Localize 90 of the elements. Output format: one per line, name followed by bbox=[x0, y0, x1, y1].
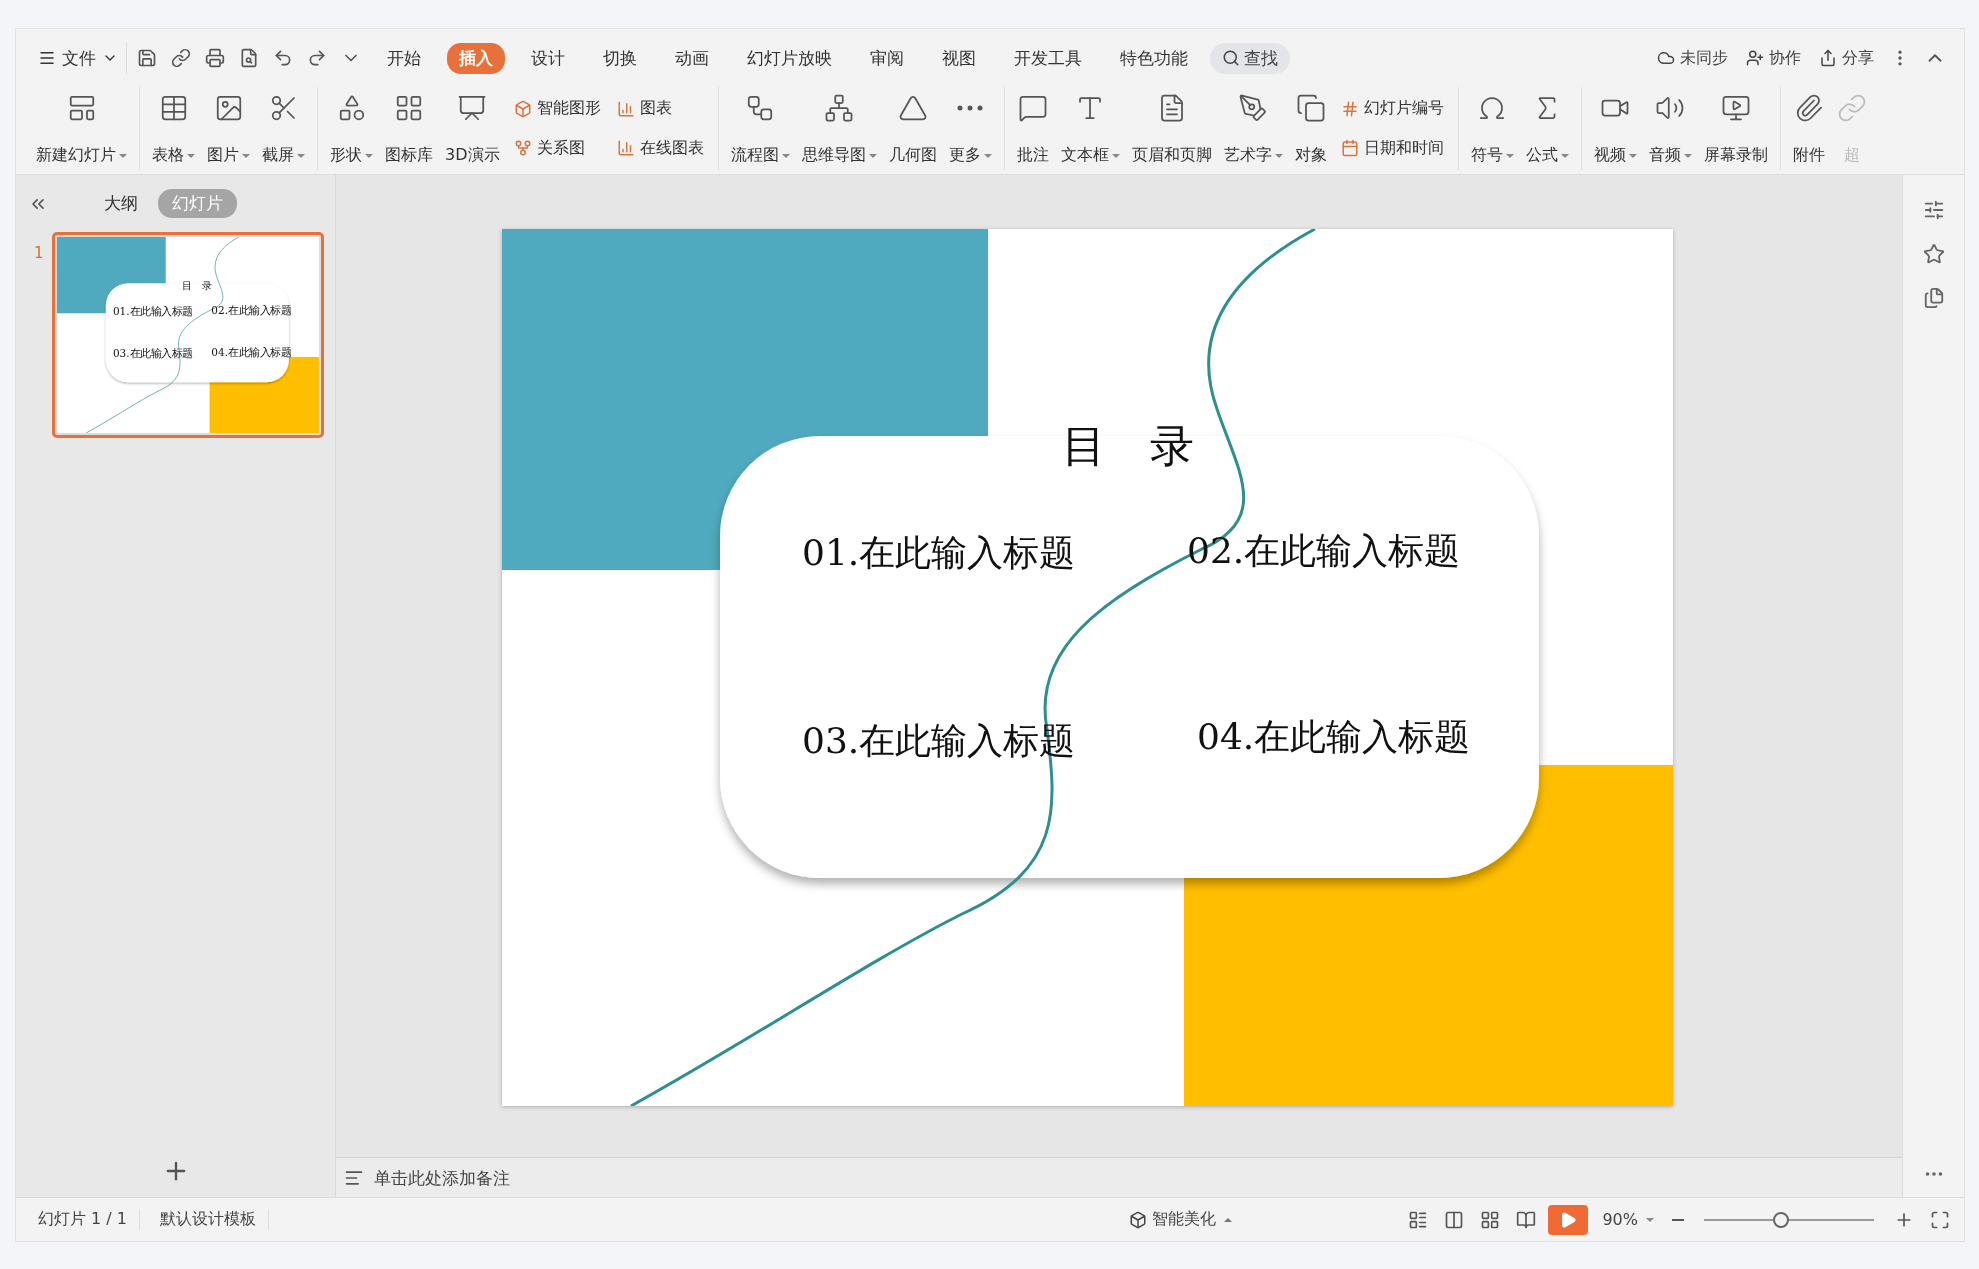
ribbon-button[interactable]: 图片 bbox=[203, 87, 254, 170]
ribbon-button[interactable]: 视频 bbox=[1589, 87, 1641, 170]
slide-number: 1 bbox=[34, 244, 42, 262]
network-icon bbox=[824, 93, 854, 123]
slide-heading: 02.在此输入标题 bbox=[211, 303, 292, 318]
ribbon-button[interactable]: 截屏 bbox=[258, 87, 309, 170]
grid-icon bbox=[394, 93, 424, 123]
slide-counter: 幻灯片 1 / 1 bbox=[26, 1209, 140, 1230]
caret-icon bbox=[1646, 1217, 1654, 1222]
file-menu[interactable]: 文件 bbox=[30, 42, 127, 74]
ribbon-button[interactable]: 图标库 bbox=[381, 87, 437, 170]
ribbon-button[interactable]: 符号 bbox=[1466, 87, 1518, 170]
cloud-icon bbox=[1657, 49, 1675, 67]
link-icon bbox=[1836, 93, 1867, 123]
user-plus-icon bbox=[1746, 49, 1764, 67]
slide-heading: 04.在此输入标题 bbox=[211, 345, 292, 360]
caret-icon bbox=[1224, 1217, 1233, 1222]
slide-title: 目 录 bbox=[1062, 419, 1194, 473]
sync-button[interactable]: 未同步 bbox=[1651, 45, 1734, 71]
ribbon-button[interactable]: 3D演示 bbox=[441, 87, 504, 170]
ribbon-tab[interactable]: 设计 bbox=[519, 42, 577, 74]
ribbon-button[interactable]: 关系图 bbox=[509, 134, 605, 162]
ribbon-tab[interactable]: 视图 bbox=[930, 42, 988, 74]
ribbon-button[interactable]: 公式 bbox=[1521, 87, 1573, 170]
cube-icon bbox=[1129, 1210, 1148, 1229]
monitor-icon bbox=[1720, 93, 1751, 123]
ribbon-button[interactable]: 艺术字 bbox=[1219, 87, 1287, 170]
ribbon-button[interactable]: 新建幻灯片 bbox=[32, 87, 131, 170]
search-icon bbox=[1222, 49, 1240, 67]
ribbon-tab[interactable]: 审阅 bbox=[858, 42, 916, 74]
ribbon-button[interactable]: 幻灯片编号 bbox=[1336, 95, 1448, 123]
play-icon bbox=[1559, 1210, 1578, 1229]
slide-heading: 04.在此输入标题 bbox=[1197, 715, 1471, 759]
notes-field[interactable]: 单击此处添加备注 bbox=[336, 1157, 1902, 1197]
ribbon-tab[interactable]: 特色功能 bbox=[1108, 42, 1200, 74]
ribbon-button[interactable]: 文本框 bbox=[1056, 87, 1124, 170]
comment-icon bbox=[1017, 93, 1048, 123]
presentation-icon bbox=[457, 93, 488, 123]
search-button[interactable]: 查找 bbox=[1210, 42, 1290, 74]
slide-thumbnail[interactable]: 目 录 01.在此输入标题 02.在此输入标题 03.在此输入标题 04.在此输入标题 bbox=[52, 232, 324, 438]
ribbon-button[interactable]: 几何图 bbox=[884, 87, 941, 170]
ribbon-button[interactable]: 形状 bbox=[326, 87, 377, 170]
network-icon bbox=[513, 139, 532, 158]
slide-heading: 02.在此输入标题 bbox=[1187, 529, 1461, 573]
slide-heading: 01.在此输入标题 bbox=[802, 531, 1076, 575]
share-icon bbox=[1819, 49, 1837, 67]
ribbon-button[interactable]: 在线图表 bbox=[612, 134, 708, 162]
ribbon-button[interactable]: 流程图 bbox=[726, 87, 794, 170]
share-button[interactable]: 分享 bbox=[1813, 45, 1880, 71]
slide-heading: 01.在此输入标题 bbox=[112, 304, 193, 319]
copy-icon[interactable] bbox=[1922, 287, 1945, 309]
menu-icon bbox=[38, 49, 56, 67]
panel-tab[interactable]: 大纲 bbox=[90, 189, 152, 218]
calendar-icon bbox=[1340, 139, 1359, 158]
slide-heading: 03.在此输入标题 bbox=[112, 346, 193, 361]
pen-icon bbox=[1238, 93, 1268, 123]
play-button[interactable] bbox=[1548, 1204, 1589, 1235]
ribbon-button[interactable]: 表格 bbox=[148, 87, 199, 170]
notes-input[interactable]: 单击此处添加备注 bbox=[372, 1166, 1894, 1189]
bar-chart-icon bbox=[616, 139, 635, 158]
slide-title: 目 录 bbox=[182, 279, 212, 293]
zoom-dropdown[interactable]: 90% bbox=[1596, 1209, 1660, 1230]
template-name: 默认设计模板 bbox=[148, 1209, 269, 1230]
ribbon-tab[interactable]: 开发工具 bbox=[1002, 42, 1094, 74]
ribbon-button[interactable]: 更多 bbox=[944, 87, 996, 170]
ribbon-tab[interactable]: 动画 bbox=[663, 42, 721, 74]
hash-icon bbox=[1340, 99, 1359, 118]
ribbon-button[interactable]: 页眉和页脚 bbox=[1127, 87, 1216, 170]
ribbon-tab[interactable]: 切换 bbox=[591, 42, 649, 74]
beautify-button[interactable]: 智能美化 bbox=[1123, 1208, 1239, 1231]
flowchart-icon bbox=[745, 93, 775, 123]
ribbon-button[interactable]: 智能图形 bbox=[509, 95, 605, 123]
ribbon-button[interactable]: 音频 bbox=[1644, 87, 1696, 170]
ribbon-button[interactable]: 图表 bbox=[612, 95, 708, 123]
ribbon-button[interactable]: 日期和时间 bbox=[1336, 134, 1448, 162]
ribbon-button[interactable]: 思维导图 bbox=[797, 87, 881, 170]
box-icon bbox=[513, 99, 532, 118]
bar-chart-icon bbox=[616, 99, 635, 118]
ribbon-button[interactable]: 对象 bbox=[1290, 87, 1331, 170]
properties-icon[interactable] bbox=[1922, 199, 1945, 221]
more-icon bbox=[957, 105, 983, 111]
star-icon[interactable] bbox=[1922, 243, 1945, 265]
collaborate-button[interactable]: 协作 bbox=[1740, 45, 1807, 71]
ribbon-tab[interactable]: 幻灯片放映 bbox=[735, 42, 844, 74]
ribbon-button[interactable]: 批注 bbox=[1012, 87, 1053, 170]
ribbon-button[interactable]: 屏幕录制 bbox=[1699, 87, 1772, 170]
triangle-icon bbox=[897, 93, 928, 123]
ribbon-tab[interactable]: 开始 bbox=[375, 42, 433, 74]
copy-icon bbox=[1295, 93, 1326, 123]
ribbon-button[interactable]: 附件 bbox=[1788, 87, 1829, 170]
